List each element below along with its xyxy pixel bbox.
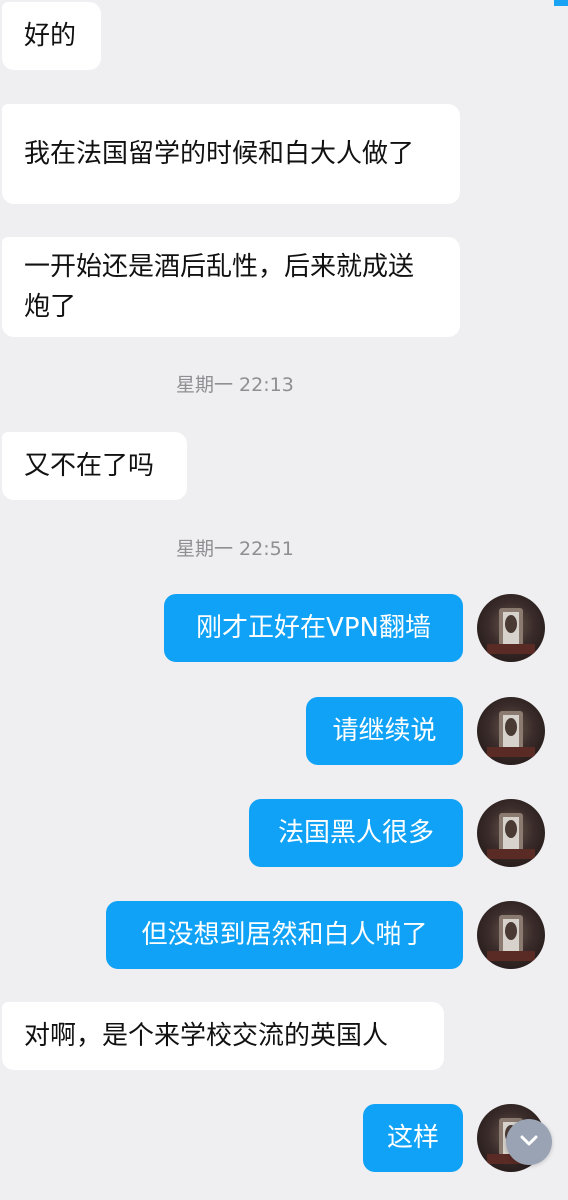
incoming-message-bubble[interactable]: 我在法国留学的时候和白大人做了 xyxy=(2,104,460,204)
scroll-to-bottom-button[interactable] xyxy=(506,1119,552,1165)
message-text: 法国黑人很多 xyxy=(277,818,434,848)
outgoing-message-bubble[interactable]: 这样 xyxy=(363,1104,463,1172)
outgoing-message-bubble[interactable]: 刚才正好在VPN翻墙 xyxy=(164,594,463,662)
message-text: 但没想到居然和白人啪了 xyxy=(141,920,428,950)
outgoing-message-bubble[interactable]: 但没想到居然和白人啪了 xyxy=(106,901,463,969)
message-timestamp: 星期一 22:13 xyxy=(176,374,294,396)
incoming-message-bubble[interactable]: 又不在了吗 xyxy=(2,432,187,500)
user-avatar[interactable] xyxy=(477,799,545,867)
message-timestamp: 星期一 22:51 xyxy=(176,538,294,560)
incoming-message-bubble[interactable]: 对啊，是个来学校交流的英国人 xyxy=(2,1002,444,1070)
chevron-down-icon xyxy=(517,1128,541,1156)
message-text: 一开始还是酒后乱性，后来就成送炮了 xyxy=(24,252,415,322)
user-avatar[interactable] xyxy=(477,594,545,662)
status-accent xyxy=(554,0,568,6)
message-text: 这样 xyxy=(386,1123,439,1153)
message-text: 对啊，是个来学校交流的英国人 xyxy=(24,1021,389,1051)
message-text: 刚才正好在VPN翻墙 xyxy=(196,613,431,643)
message-text: 我在法国留学的时候和白大人做了 xyxy=(24,139,415,169)
incoming-message-bubble[interactable]: 一开始还是酒后乱性，后来就成送炮了 xyxy=(2,237,460,337)
message-text: 又不在了吗 xyxy=(24,451,155,481)
chat-message-list[interactable]: 好的 我在法国留学的时候和白大人做了 一开始还是酒后乱性，后来就成送炮了 星期一… xyxy=(0,0,568,1200)
message-text: 好的 xyxy=(24,21,77,51)
outgoing-message-bubble[interactable]: 法国黑人很多 xyxy=(249,799,463,867)
outgoing-message-bubble[interactable]: 请继续说 xyxy=(306,697,463,765)
message-text: 请继续说 xyxy=(332,716,437,746)
user-avatar[interactable] xyxy=(477,901,545,969)
incoming-message-bubble[interactable]: 好的 xyxy=(2,2,101,70)
user-avatar[interactable] xyxy=(477,697,545,765)
